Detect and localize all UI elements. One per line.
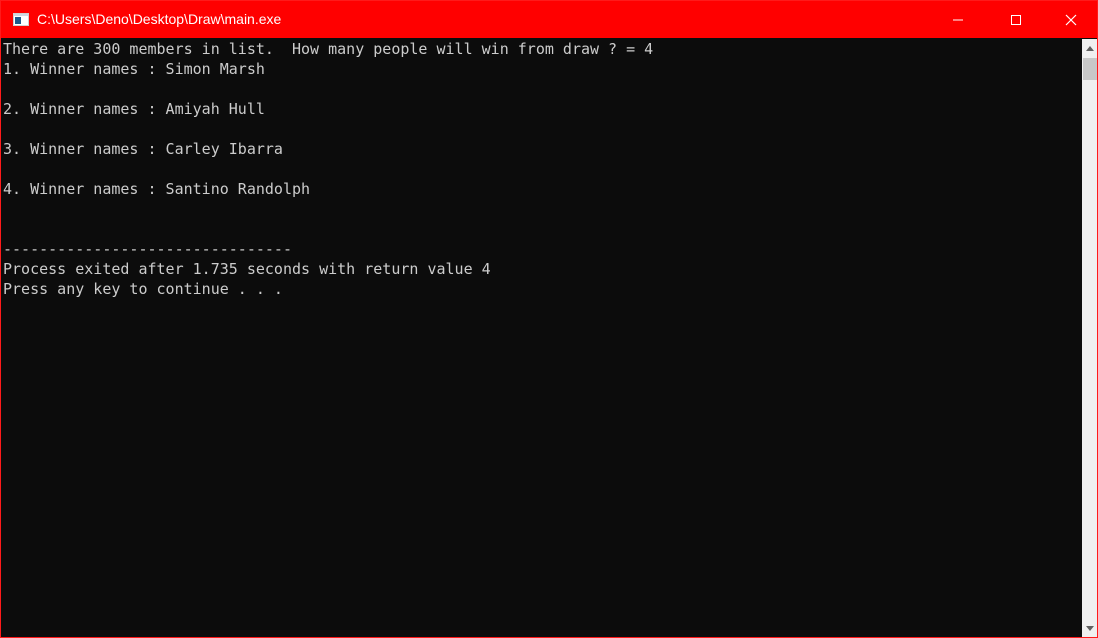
console-app-icon	[13, 13, 29, 26]
minimize-button[interactable]	[929, 1, 987, 38]
console-window: C:\Users\Deno\Desktop\Draw\main.exe Ther…	[0, 0, 1098, 638]
console-line: 2. Winner names : Amiyah Hull	[3, 100, 265, 118]
console-line: 1. Winner names : Simon Marsh	[3, 60, 265, 78]
process-exit-message: Process exited after 1.735 seconds with …	[3, 260, 491, 278]
scroll-down-button[interactable]	[1082, 619, 1097, 637]
window-title: C:\Users\Deno\Desktop\Draw\main.exe	[37, 11, 282, 27]
vertical-scrollbar[interactable]	[1082, 39, 1097, 637]
close-button[interactable]	[1045, 1, 1097, 38]
minimize-icon	[953, 19, 963, 20]
maximize-icon	[1011, 14, 1021, 25]
console-output[interactable]: There are 300 members in list. How many …	[2, 39, 1082, 637]
title-bar[interactable]: C:\Users\Deno\Desktop\Draw\main.exe	[1, 1, 1097, 38]
console-line: 4. Winner names : Santino Randolph	[3, 180, 311, 198]
continue-prompt: Press any key to continue . . .	[3, 280, 283, 298]
close-icon	[1065, 14, 1077, 25]
chevron-down-icon	[1086, 625, 1094, 631]
console-line: There are 300 members in list. How many …	[3, 40, 654, 58]
maximize-button[interactable]	[987, 1, 1045, 38]
scroll-up-button[interactable]	[1082, 39, 1097, 57]
console-line: 3. Winner names : Carley Ibarra	[3, 140, 283, 158]
scroll-thumb[interactable]	[1083, 58, 1097, 80]
console-separator: --------------------------------	[3, 240, 292, 258]
chevron-up-icon	[1086, 45, 1094, 51]
